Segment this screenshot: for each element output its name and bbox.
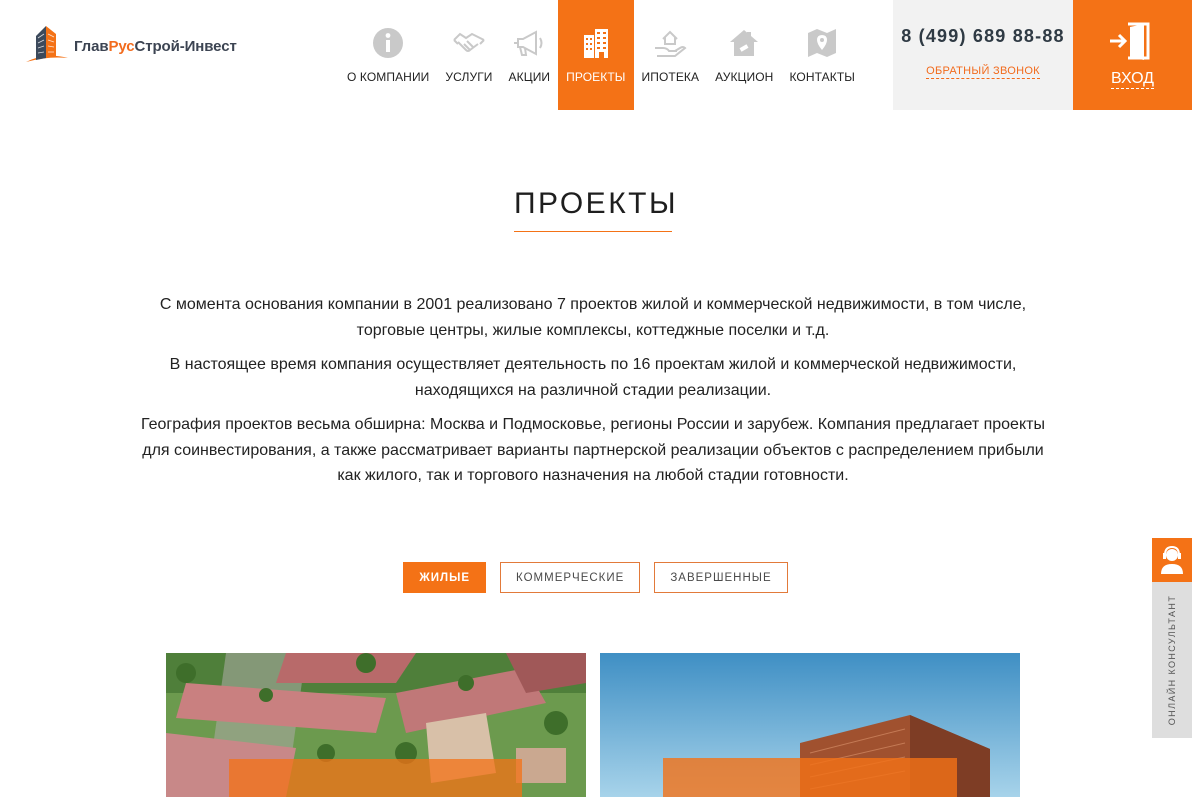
online-consultant-widget[interactable]: Онлайн консультант — [1152, 538, 1192, 738]
nav-item-promotions[interactable]: Акции — [501, 0, 559, 110]
phone-number[interactable]: 8 (499) 689 88-88 — [893, 26, 1073, 47]
filter-commercial-button[interactable]: Коммерческие — [500, 562, 641, 593]
callback-link[interactable]: Обратный звонок — [926, 65, 1040, 79]
nav-item-services[interactable]: Услуги — [437, 0, 500, 110]
project-image-tower — [600, 653, 1020, 797]
nav-item-contacts[interactable]: Контакты — [781, 0, 863, 110]
buildings-icon — [578, 25, 614, 61]
login-label: Вход — [1110, 70, 1155, 89]
project-card[interactable] — [166, 653, 586, 797]
consultant-label: Онлайн консультант — [1167, 594, 1177, 726]
contact-box: 8 (499) 689 88-88 Обратный звонок — [893, 0, 1073, 110]
info-icon — [370, 25, 406, 61]
project-card[interactable] — [600, 653, 1020, 797]
login-button[interactable]: Вход — [1073, 0, 1192, 110]
door-enter-icon — [1110, 22, 1150, 60]
intro-paragraph: С момента основания компании в 2001 реал… — [159, 296, 1027, 339]
consultant-tab: Онлайн консультант — [1152, 582, 1192, 738]
nav-item-auction[interactable]: Аукцион — [707, 0, 781, 110]
handshake-icon — [451, 25, 487, 61]
nav-item-projects[interactable]: Проекты — [558, 0, 634, 110]
map-pin-icon — [804, 25, 840, 61]
site-header: ГлавРусСтрой-Инвест О компании Услуги Ак… — [0, 0, 1192, 110]
logo-text: ГлавРусСтрой-Инвест — [74, 37, 237, 55]
project-filter-tabs: Жилые Коммерческие Завершенные — [0, 562, 1192, 593]
megaphone-icon — [511, 25, 547, 61]
logo[interactable]: ГлавРусСтрой-Инвест — [22, 22, 237, 70]
hand-house-icon — [652, 25, 688, 61]
operator-icon — [1161, 545, 1183, 574]
nav-item-mortgage[interactable]: Ипотека — [634, 0, 708, 110]
intro-paragraph: География проектов весьма обширна: Москв… — [141, 416, 1045, 484]
page-title: ПРОЕКТЫ — [513, 187, 679, 220]
logo-building-icon — [26, 26, 68, 62]
intro-paragraph: В настоящее время компания осуществляет … — [169, 356, 1017, 399]
intro-text: С момента основания компании в 2001 реал… — [130, 292, 1056, 498]
filter-completed-button[interactable]: Завершенные — [654, 562, 788, 593]
project-image-aerial — [166, 653, 586, 797]
consultant-head — [1152, 538, 1192, 582]
title-underline — [514, 231, 672, 232]
main-nav: О компании Услуги Акции Проекты Ипотека — [339, 0, 863, 110]
nav-item-about[interactable]: О компании — [339, 0, 437, 110]
filter-residential-button[interactable]: Жилые — [403, 562, 487, 593]
gavel-house-icon — [726, 25, 762, 61]
